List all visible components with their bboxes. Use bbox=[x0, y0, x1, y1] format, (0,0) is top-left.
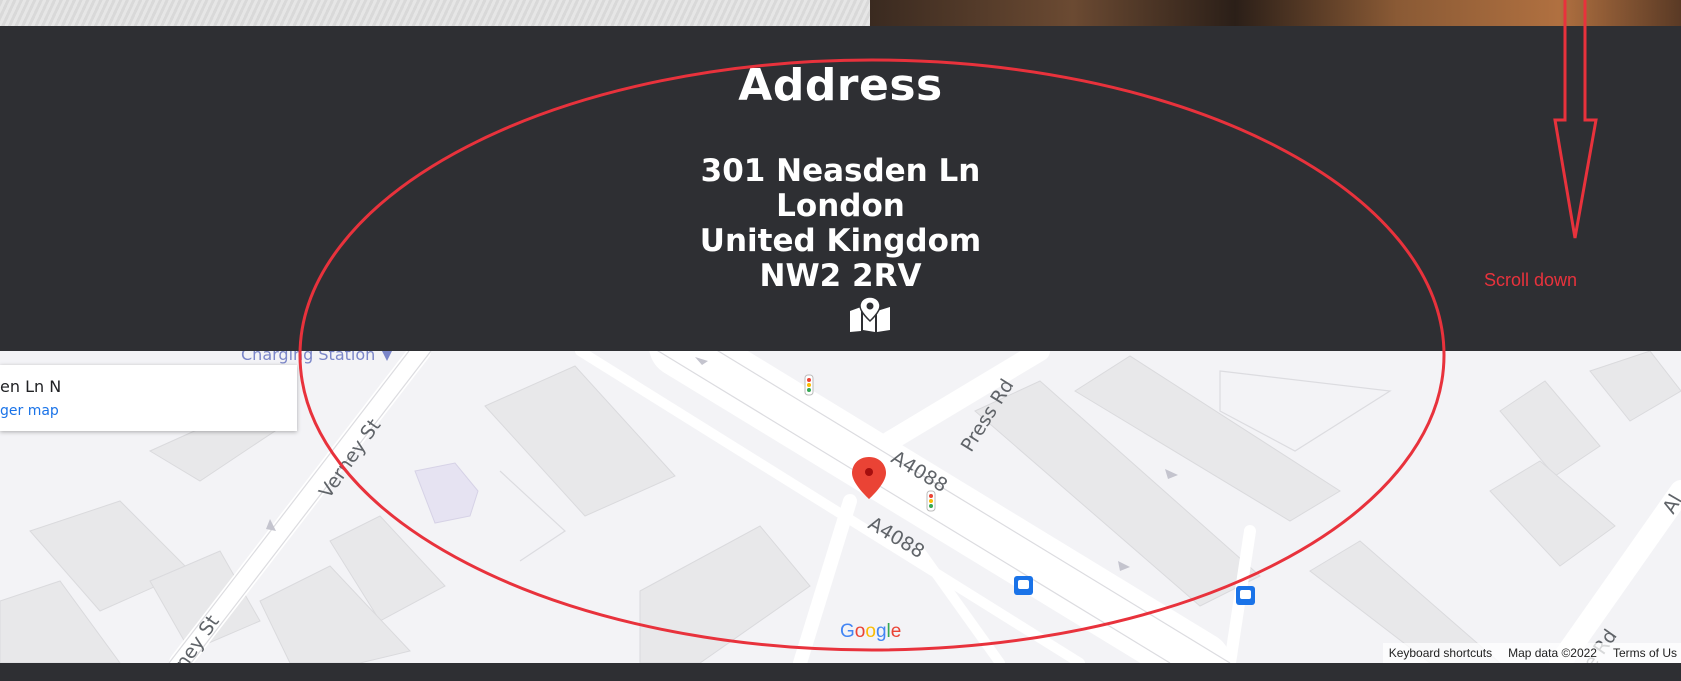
address-line-country: United Kingdom bbox=[699, 223, 982, 259]
address-title: Address bbox=[738, 60, 943, 111]
map-location-icon[interactable] bbox=[849, 297, 891, 333]
scroll-down-text: Scroll down bbox=[1484, 270, 1578, 290]
address-line-city: London bbox=[776, 188, 905, 224]
bottom-bar bbox=[0, 663, 1681, 681]
top-right-image bbox=[870, 0, 1681, 26]
top-left-image bbox=[0, 0, 870, 26]
charging-station-label[interactable]: Charging Station bbox=[241, 351, 375, 364]
map-data-text: Map data ©2022 bbox=[1508, 646, 1597, 660]
google-logo[interactable]: Google bbox=[840, 621, 901, 643]
embedded-map[interactable]: Charging Station en Ln N ger map A4088 A… bbox=[0, 351, 1681, 663]
google-logo-letter: e bbox=[890, 621, 902, 642]
view-larger-map-link[interactable]: ger map bbox=[0, 403, 59, 419]
charging-station-pin-icon bbox=[381, 351, 393, 361]
terms-link[interactable]: Terms of Us bbox=[1613, 646, 1677, 660]
google-logo-letter: o bbox=[865, 621, 876, 642]
address-line-street: 301 Neasden Ln bbox=[700, 153, 981, 189]
place-card: en Ln N ger map bbox=[0, 365, 297, 431]
keyboard-shortcuts-link[interactable]: Keyboard shortcuts bbox=[1389, 646, 1492, 660]
place-name: en Ln N bbox=[0, 377, 62, 396]
map-footer: Keyboard shortcuts Map data ©2022 Terms … bbox=[1382, 643, 1681, 663]
google-logo-letter: G bbox=[840, 621, 855, 642]
top-image-strip bbox=[0, 0, 1681, 26]
google-logo-letter: g bbox=[875, 621, 887, 642]
google-logo-letter: o bbox=[854, 621, 866, 642]
address-line-postcode: NW2 2RV bbox=[759, 258, 922, 294]
address-lines: 301 Neasden Ln London United Kingdom NW2… bbox=[0, 154, 1681, 294]
address-section: Address 301 Neasden Ln London United Kin… bbox=[0, 26, 1681, 351]
